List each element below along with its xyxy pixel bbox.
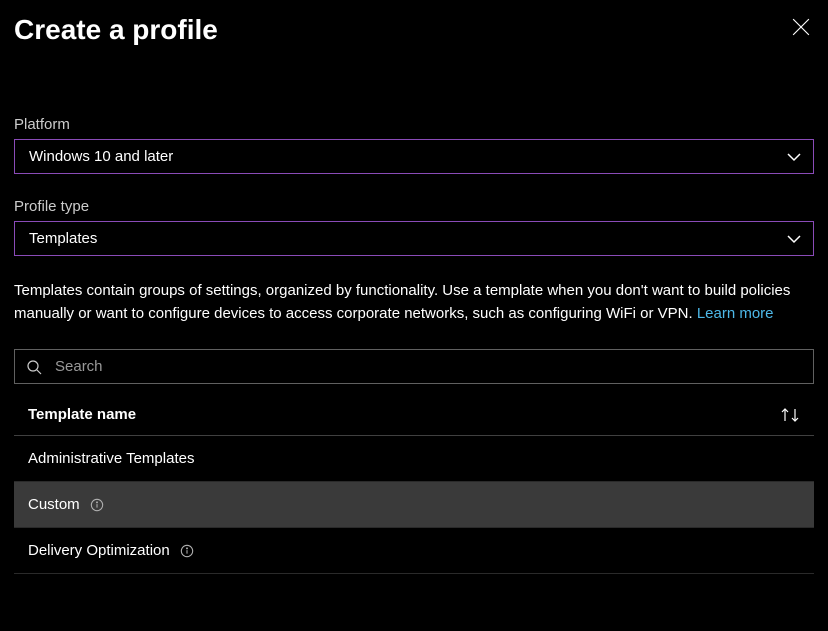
close-button[interactable]: [788, 14, 814, 40]
info-icon[interactable]: [180, 544, 194, 558]
platform-select[interactable]: Windows 10 and later: [14, 139, 814, 174]
description-body: Templates contain groups of settings, or…: [14, 282, 790, 322]
template-name: Administrative Templates: [28, 450, 194, 467]
table-header: Template name: [14, 394, 814, 436]
profile-type-select[interactable]: Templates: [14, 221, 814, 256]
close-icon: [792, 18, 810, 36]
learn-more-link[interactable]: Learn more: [697, 305, 774, 322]
template-name: Custom: [28, 496, 80, 513]
table-row[interactable]: Administrative Templates: [14, 436, 814, 482]
platform-label: Platform: [14, 116, 814, 133]
column-header-name[interactable]: Template name: [28, 406, 136, 423]
page-title: Create a profile: [14, 14, 218, 46]
search-input[interactable]: [14, 349, 814, 384]
info-icon[interactable]: [90, 498, 104, 512]
profile-type-label: Profile type: [14, 198, 814, 215]
template-name: Delivery Optimization: [28, 542, 170, 559]
table-row[interactable]: Delivery Optimization: [14, 528, 814, 574]
sort-icon[interactable]: [780, 407, 800, 423]
table-row[interactable]: Custom: [14, 482, 814, 528]
description-text: Templates contain groups of settings, or…: [14, 280, 814, 325]
